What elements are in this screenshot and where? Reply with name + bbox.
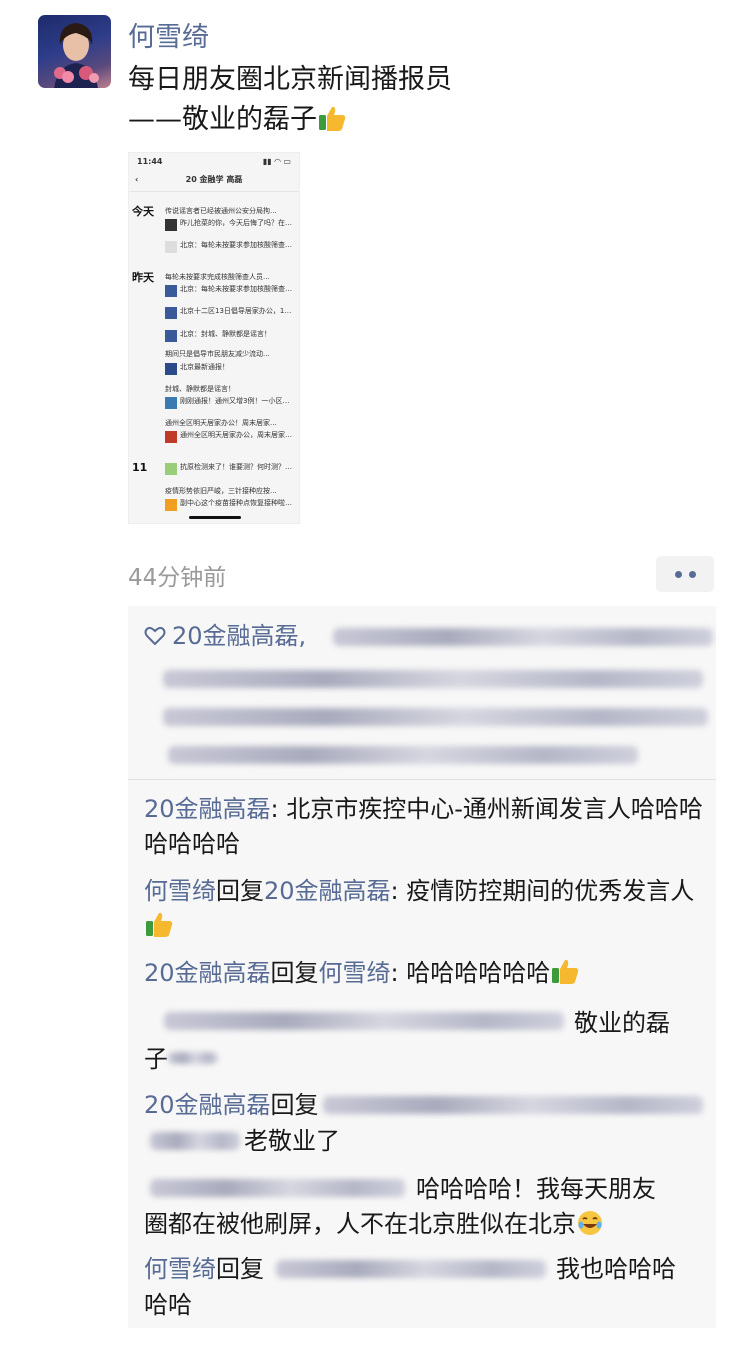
comment-user[interactable]: 何雪绮 [144, 877, 216, 905]
image-row-thumb [165, 241, 177, 253]
comment-text: 疫情防控期间的优秀发言人 [406, 877, 695, 905]
comment-reply-to[interactable]: 20金融高磊 [264, 877, 391, 905]
image-row-text: 期间只是倡导市民朋友减少流动... [165, 350, 270, 358]
image-row-text: 北京：每轮未按要求参加核酸筛查人员，健康宝将弹窗提示_北京... [180, 241, 293, 249]
post-image[interactable]: 11:44 ▮▮ ◠ ▭ ‹ 20 金融学 高磊 今天 昨天 11 传说谣言者已… [128, 152, 300, 524]
blurred-user [323, 1096, 703, 1114]
comment[interactable]: 20金融高磊: 北京市疾控中心-通州新闻发言人哈哈哈哈哈哈哈 [144, 792, 704, 862]
thumbs-up-icon [552, 959, 579, 984]
likes-row: 20金融高磊, [144, 620, 306, 652]
image-row-thumb [165, 431, 177, 443]
comment-text: 老敬业了 [244, 1127, 340, 1155]
image-row-text: 每轮未按要求完成核酸筛查人员... [165, 273, 270, 281]
author-name[interactable]: 何雪绮 [128, 20, 209, 56]
comment-sep: : [390, 877, 407, 905]
blurred-user [276, 1260, 546, 1278]
comment-text: 哈哈哈哈哈哈 [406, 959, 551, 987]
post-text-line2: ——敬业的磊子 [128, 100, 708, 140]
comment-text: 子 [144, 1045, 168, 1073]
blurred-likes [163, 670, 703, 688]
divider [128, 779, 716, 780]
blurred-user [168, 1052, 218, 1064]
image-nav-bar: ‹ 20 金融学 高磊 [129, 169, 299, 192]
image-row-text: 刚刚通报！通州又增3例！一小区升级中风险；明起3轮区域核酸... [180, 397, 293, 405]
image-row-thumb [165, 499, 177, 511]
image-day-label: 11 [132, 461, 148, 474]
thumbs-up-icon [146, 912, 173, 937]
image-home-indicator [189, 516, 241, 519]
image-row-text: 北京：每轮未按要求参加核酸筛查人员，健康宝将弹窗提示 [180, 285, 293, 293]
image-row-text: 北京：封城、静默都是谣言！ [180, 330, 271, 338]
comment-user[interactable]: 20金融高磊 [144, 1091, 271, 1119]
blurred-likes [168, 746, 638, 764]
image-row-thumb [165, 363, 177, 375]
image-row-text: 副中心这个疫苗接种点恢复接种啦！附全区19个接种点位名单 [180, 499, 293, 507]
thumbs-up-icon [319, 106, 346, 131]
reply-word: 回复 [216, 877, 264, 905]
comment-text: 哈哈哈哈！我每天朋友 [416, 1175, 656, 1203]
reply-word: 回复 [270, 1091, 319, 1119]
image-row-text: 北京最新通报！ [180, 363, 229, 371]
image-row-text: 传说谣言者已经被通州公安分局拘... [165, 207, 277, 215]
comment-sep: : [270, 795, 287, 823]
comment-reply-to[interactable]: 何雪绮 [319, 959, 391, 987]
more-button[interactable] [656, 556, 714, 592]
image-row-text: 通州全区明天居家办公，周末居家休息！外卖快递配送不停，民生... [180, 431, 293, 439]
blurred-likes [163, 708, 708, 726]
reply-word: 回复 [216, 1255, 264, 1283]
blurred-user [150, 1132, 240, 1150]
laughing-tears-emoji-icon [578, 1211, 602, 1235]
post-time: 44分钟前 [128, 565, 227, 591]
image-row-text: 疫情形势依旧严峻，三针接种应按... [165, 487, 277, 495]
comment-text: 圈都在被他刷屏，人不在北京胜似在北京 [144, 1210, 576, 1238]
image-day-label: 昨天 [132, 271, 154, 284]
comment-user[interactable]: 何雪绮 [144, 1255, 216, 1283]
blurred-likes [333, 628, 713, 646]
blurred-user [164, 1012, 564, 1030]
comment-user[interactable]: 20金融高磊 [144, 795, 271, 823]
comment-user[interactable]: 20金融高磊 [144, 959, 271, 987]
image-row-text: 抗原检测来了！谁要测？何时测？怎么测？一图读懂 [180, 463, 293, 471]
image-row-thumb [165, 463, 177, 475]
image-status-bar: 11:44 ▮▮ ◠ ▭ [129, 153, 299, 169]
image-title: 20 金融学 高磊 [185, 175, 243, 184]
comment-text: 敬业的磊 [574, 1009, 670, 1037]
avatar-photo [54, 23, 99, 88]
ellipsis-icon [688, 570, 696, 578]
avatar[interactable] [38, 15, 111, 88]
comment[interactable]: 20金融高磊回复何雪绮: 哈哈哈哈哈哈 [144, 956, 704, 991]
comment[interactable]: 何雪绮回复20金融高磊: 疫情防控期间的优秀发言人 [144, 874, 704, 944]
image-row-text: 昨儿抢菜的你，今天后悔了吗？在北京传谣言真可悔！ [180, 219, 293, 227]
image-row-thumb [165, 219, 177, 231]
comment-sep: : [390, 959, 407, 987]
image-row-text: 通州全区明天居家办公！周末居家... [165, 419, 277, 427]
image-day-label: 今天 [132, 205, 154, 218]
image-row-thumb [165, 307, 177, 319]
ellipsis-icon [674, 570, 682, 578]
image-row-text: 封城、静默都是谣言！ [165, 385, 235, 393]
post-text: 每日朋友圈北京新闻播报员 ——敬业的磊子 [128, 60, 708, 140]
image-row-thumb [165, 285, 177, 297]
post-text-line2-content: ——敬业的磊子 [128, 104, 317, 135]
image-row-thumb [165, 330, 177, 342]
blurred-user [150, 1179, 405, 1197]
comment: 圈都在被他刷屏，人不在北京胜似在北京 [144, 1207, 704, 1242]
image-row-text: 北京十二区13日倡导居家办公，14日15日暂缓执法 [180, 307, 293, 315]
image-status-time: 11:44 [137, 156, 163, 166]
like-user[interactable]: 20金融高磊, [172, 620, 306, 652]
heart-outline-icon [144, 626, 166, 646]
reply-word: 回复 [270, 959, 319, 987]
comment-text: 我也哈哈哈 [556, 1255, 676, 1283]
image-back-icon: ‹ [135, 175, 139, 184]
image-row-thumb [165, 397, 177, 409]
post-text-line1: 每日朋友圈北京新闻播报员 [128, 64, 452, 95]
interaction-panel: 20金融高磊, 20金融高磊: 北京市疾控中心-通州新闻发言人哈哈哈哈哈哈哈 何… [128, 606, 716, 1328]
image-status-icons: ▮▮ ◠ ▭ [262, 156, 291, 166]
comment-text: 哈哈 [144, 1291, 192, 1319]
